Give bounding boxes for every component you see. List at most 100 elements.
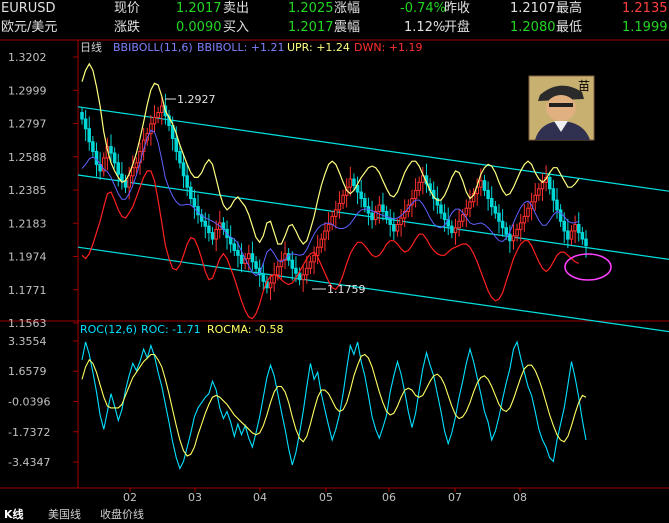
- price-tick-label: 1.1563: [8, 317, 47, 330]
- candle-body: [247, 253, 251, 260]
- candle-body: [547, 176, 552, 190]
- candle-body: [493, 206, 498, 214]
- candle-body: [562, 220, 567, 232]
- candle-body: [341, 194, 345, 204]
- candle-body: [359, 191, 363, 200]
- roc-value-legend: ROC: -1.71: [141, 323, 201, 336]
- candle-body: [576, 223, 581, 234]
- candle-body: [486, 189, 490, 200]
- avatar-char: 苗: [578, 79, 590, 93]
- candle-body: [381, 204, 385, 213]
- candle-body: [156, 112, 160, 118]
- candle-body: [460, 214, 465, 222]
- rocma-legend: ROCMA: -0.58: [207, 323, 283, 336]
- candle-body: [272, 274, 276, 284]
- price-tick-label: 1.1771: [8, 284, 47, 297]
- candle-body: [363, 198, 367, 208]
- candle-body: [450, 225, 454, 234]
- roc-name-legend: ROC(12,6): [80, 323, 137, 336]
- candle-body: [308, 261, 313, 269]
- candle-body: [127, 175, 131, 188]
- candle-body: [558, 209, 563, 222]
- candle-body: [337, 202, 342, 211]
- price-tick-label: 1.2797: [8, 118, 47, 131]
- candle-body: [479, 180, 483, 188]
- candle-body: [413, 189, 418, 200]
- candle-body: [370, 212, 374, 221]
- candle-body: [203, 220, 208, 227]
- candle-body: [551, 188, 556, 201]
- candle-body: [330, 215, 334, 225]
- tab-kline[interactable]: K线: [4, 506, 24, 522]
- date-tick-label: 02: [123, 491, 137, 504]
- candle-body: [181, 162, 186, 177]
- roc-tick-label: 1.6579: [8, 365, 47, 378]
- candle-body: [250, 253, 255, 263]
- candle-body: [312, 254, 316, 263]
- candle-body: [522, 215, 527, 224]
- candle-body: [305, 267, 309, 276]
- candle-body: [580, 232, 585, 240]
- candle-body: [87, 128, 92, 143]
- candle-body: [468, 201, 472, 209]
- candle-body: [83, 118, 88, 130]
- candle-body: [555, 199, 559, 211]
- candle-body: [326, 223, 331, 232]
- roc-tick-label: -3.4347: [8, 456, 50, 469]
- candle-body: [210, 232, 215, 240]
- candle-body: [131, 167, 135, 177]
- tab-american-line[interactable]: 美国线: [48, 506, 81, 522]
- price-tick-label: 1.1974: [8, 251, 47, 264]
- boll-value-legend: BBIBOLL: +1.21: [197, 41, 285, 54]
- price-tick-label: 1.3202: [8, 51, 47, 64]
- candle-body: [392, 223, 396, 232]
- dwn-legend: DWN: +1.19: [354, 41, 423, 54]
- roc-tick-label: -0.0396: [8, 395, 50, 408]
- candle-body: [214, 228, 218, 240]
- candle-body: [80, 112, 84, 120]
- candle-body: [537, 188, 541, 196]
- candle-body: [515, 228, 519, 237]
- candle-body: [417, 181, 421, 191]
- low-annotation: 1.1759: [327, 283, 366, 296]
- candle-body: [334, 209, 338, 217]
- date-tick-label: 04: [253, 491, 267, 504]
- candle-body: [323, 230, 327, 240]
- candle-body: [109, 146, 113, 154]
- candle-body: [442, 212, 447, 221]
- candle-body: [192, 198, 197, 208]
- candle-body: [134, 162, 139, 169]
- candle-body: [489, 198, 494, 208]
- candle-body: [508, 233, 512, 242]
- candle-body: [290, 259, 295, 269]
- candle-body: [116, 162, 121, 175]
- candle-body: [497, 212, 501, 222]
- high-annotation: 1.2927: [177, 93, 216, 106]
- date-tick-label: 08: [513, 491, 527, 504]
- date-tick-label: 07: [448, 491, 462, 504]
- candle-body: [395, 223, 400, 232]
- candle-body: [573, 223, 577, 232]
- tab-close-line[interactable]: 收盘价线: [100, 506, 144, 522]
- candle-body: [301, 274, 305, 281]
- candle-body: [94, 150, 99, 165]
- candle-body: [120, 173, 124, 182]
- candle-body: [540, 181, 545, 190]
- candle-body: [500, 220, 505, 229]
- candle-body: [566, 230, 570, 240]
- candle-body: [185, 175, 189, 188]
- candle-body: [261, 274, 266, 282]
- candle-body: [584, 238, 588, 247]
- candle-body: [315, 246, 320, 256]
- candle-body: [294, 267, 298, 274]
- price-tick-label: 1.2588: [8, 151, 47, 164]
- candle-body: [453, 227, 458, 234]
- candle-body: [152, 116, 157, 125]
- date-tick-label: 06: [382, 491, 396, 504]
- period-label: 日线: [80, 40, 102, 54]
- candle-body: [533, 194, 537, 203]
- candle-body: [268, 282, 273, 289]
- kline-chart[interactable]: 1.3202 1.2999 1.2797 1.2588 1.2385 1.2183 1.19…: [0, 0, 669, 523]
- candle-body: [482, 180, 487, 191]
- candle-body: [511, 235, 516, 242]
